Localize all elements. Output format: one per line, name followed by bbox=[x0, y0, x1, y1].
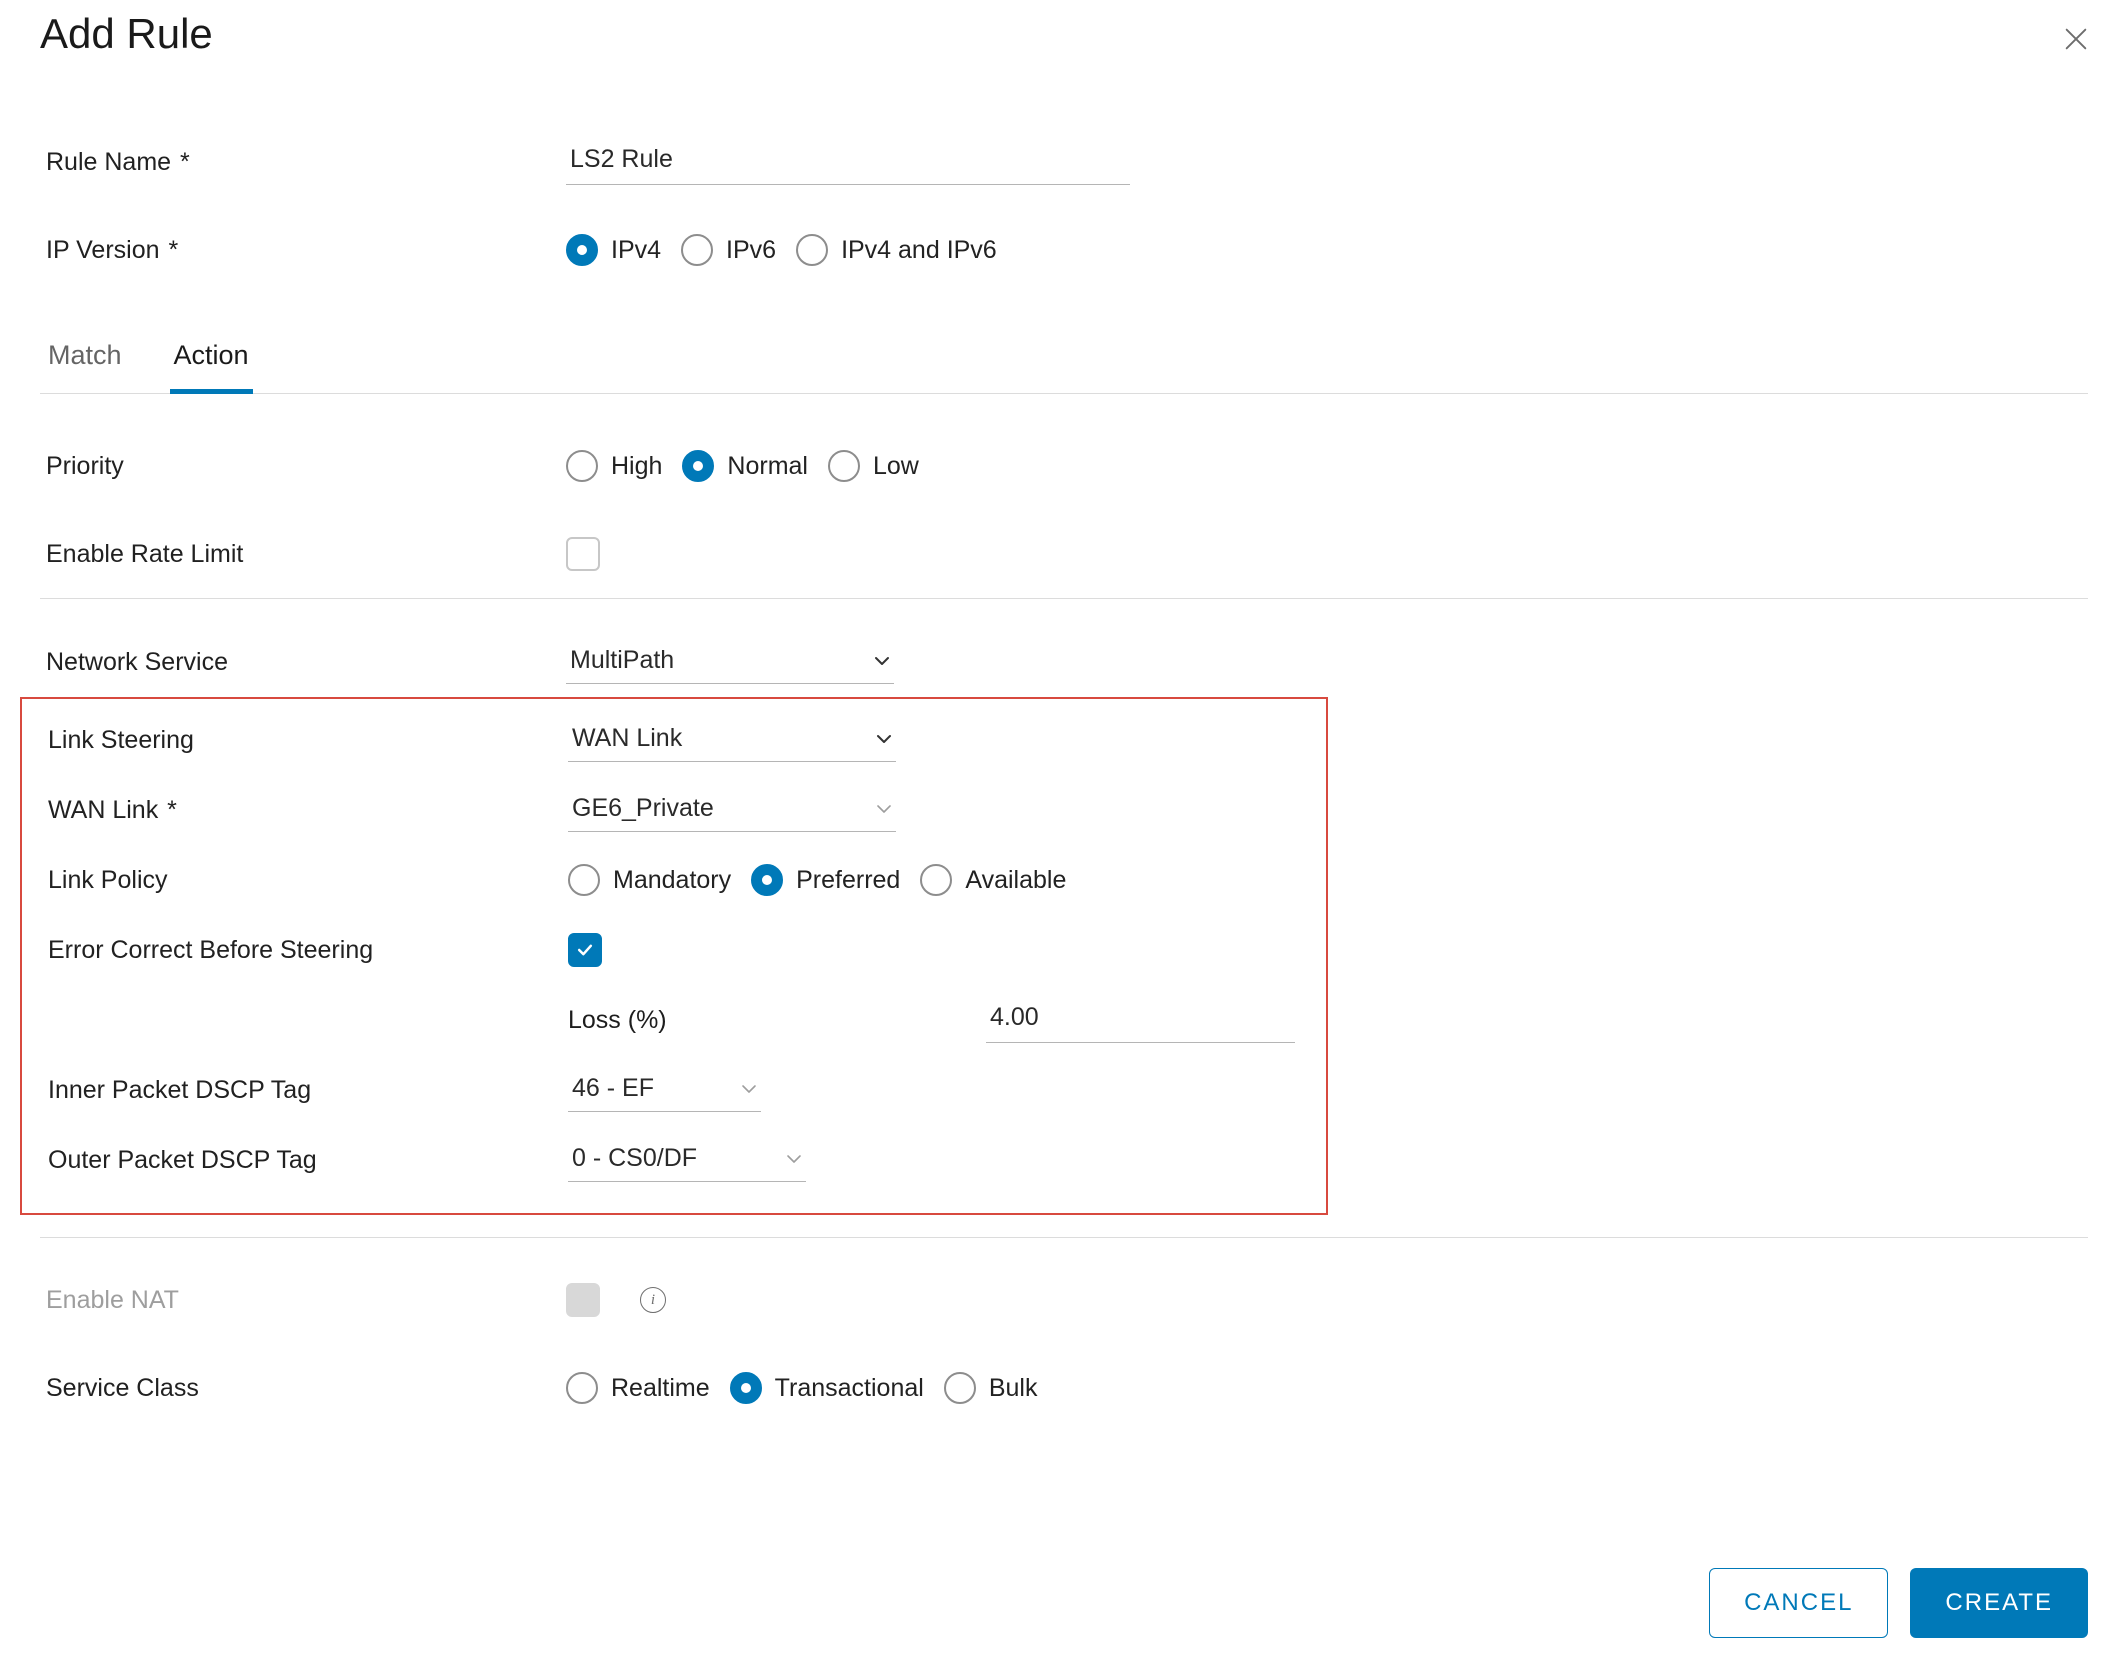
priority-low[interactable]: Low bbox=[828, 450, 919, 482]
priority-group: High Normal Low bbox=[566, 450, 919, 482]
service-class-bulk[interactable]: Bulk bbox=[944, 1372, 1038, 1404]
priority-normal[interactable]: Normal bbox=[682, 450, 808, 482]
link-steering-section: Link Steering WAN Link WAN Link * GE6_Pr… bbox=[20, 697, 1328, 1215]
error-correct-checkbox[interactable] bbox=[568, 933, 602, 967]
wan-link-select[interactable]: GE6_Private bbox=[568, 788, 896, 832]
tab-action[interactable]: Action bbox=[172, 340, 251, 393]
loss-label: Loss (%) bbox=[568, 1006, 958, 1035]
ip-version-ipv4[interactable]: IPv4 bbox=[566, 234, 661, 266]
rule-name-label: Rule Name * bbox=[40, 148, 566, 177]
chevron-down-icon bbox=[876, 734, 892, 744]
priority-high[interactable]: High bbox=[566, 450, 662, 482]
tab-match[interactable]: Match bbox=[46, 340, 124, 393]
create-button[interactable]: CREATE bbox=[1910, 1568, 2088, 1638]
ip-version-label: IP Version * bbox=[40, 236, 566, 265]
rate-limit-label: Enable Rate Limit bbox=[40, 540, 566, 569]
ip-version-ipv6[interactable]: IPv6 bbox=[681, 234, 776, 266]
link-steering-select[interactable]: WAN Link bbox=[568, 718, 896, 762]
service-class-transactional[interactable]: Transactional bbox=[730, 1372, 924, 1404]
priority-label: Priority bbox=[40, 452, 566, 481]
rule-name-input[interactable] bbox=[566, 139, 1130, 185]
service-class-realtime[interactable]: Realtime bbox=[566, 1372, 710, 1404]
link-policy-group: Mandatory Preferred Available bbox=[568, 864, 1066, 896]
dialog-title: Add Rule bbox=[40, 0, 2088, 58]
inner-dscp-select[interactable]: 46 - EF bbox=[568, 1068, 761, 1112]
ip-version-both[interactable]: IPv4 and IPv6 bbox=[796, 234, 997, 266]
outer-dscp-label: Outer Packet DSCP Tag bbox=[42, 1146, 568, 1175]
chevron-down-icon bbox=[741, 1084, 757, 1094]
close-icon bbox=[2062, 25, 2090, 53]
ip-version-group: IPv4 IPv6 IPv4 and IPv6 bbox=[566, 234, 997, 266]
link-steering-label: Link Steering bbox=[42, 726, 568, 755]
cancel-button[interactable]: CANCEL bbox=[1709, 1568, 1888, 1638]
loss-input[interactable] bbox=[986, 997, 1295, 1043]
wan-link-label: WAN Link * bbox=[42, 796, 568, 825]
rate-limit-checkbox[interactable] bbox=[566, 537, 600, 571]
enable-nat-label: Enable NAT bbox=[40, 1286, 566, 1315]
network-service-label: Network Service bbox=[40, 648, 566, 677]
link-policy-label: Link Policy bbox=[42, 866, 568, 895]
error-correct-label: Error Correct Before Steering bbox=[42, 936, 568, 965]
link-policy-mandatory[interactable]: Mandatory bbox=[568, 864, 731, 896]
chevron-down-icon bbox=[786, 1154, 802, 1164]
check-icon bbox=[575, 940, 595, 960]
close-button[interactable] bbox=[2062, 25, 2094, 57]
network-service-select[interactable]: MultiPath bbox=[566, 640, 894, 684]
chevron-down-icon bbox=[874, 656, 890, 666]
service-class-group: Realtime Transactional Bulk bbox=[566, 1372, 1037, 1404]
inner-dscp-label: Inner Packet DSCP Tag bbox=[42, 1076, 568, 1105]
info-icon[interactable]: i bbox=[640, 1287, 666, 1313]
chevron-down-icon bbox=[876, 804, 892, 814]
service-class-label: Service Class bbox=[40, 1374, 566, 1403]
outer-dscp-select[interactable]: 0 - CS0/DF bbox=[568, 1138, 806, 1182]
link-policy-available[interactable]: Available bbox=[920, 864, 1066, 896]
enable-nat-checkbox bbox=[566, 1283, 600, 1317]
link-policy-preferred[interactable]: Preferred bbox=[751, 864, 900, 896]
